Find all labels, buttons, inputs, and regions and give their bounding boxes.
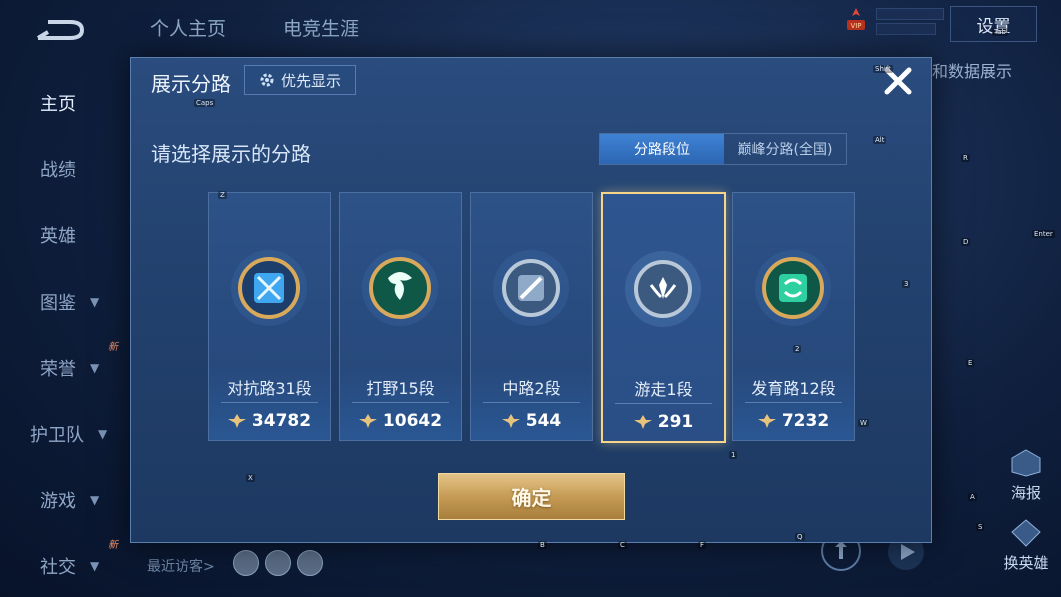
new-badge: 新 bbox=[108, 540, 118, 551]
data-display-text: 和数据展示 bbox=[932, 62, 1013, 81]
key-hint-shift: Shift bbox=[873, 65, 893, 73]
battle-power-icon bbox=[757, 414, 776, 428]
lane-card-score: 7232 bbox=[733, 411, 854, 431]
lane-display-modal: 展示分路 优先显示 请选择展示的分路 分路段位 巅峰分路(全国) 对抗路31段 … bbox=[130, 57, 932, 543]
lane-card-label: 打野15段 bbox=[366, 379, 435, 398]
lane-card-score: 34782 bbox=[209, 411, 330, 431]
lane-card-score: 10642 bbox=[340, 411, 461, 431]
change-hero-label: 换英雄 bbox=[1003, 554, 1049, 572]
tab-profile[interactable]: 个人主页 bbox=[150, 14, 226, 41]
key-hint-3: 3 bbox=[902, 280, 911, 288]
key-hint-b: B bbox=[538, 541, 547, 549]
vip-icon[interactable]: VIP bbox=[846, 6, 866, 34]
lane-card-top[interactable]: 对抗路31段 34782 bbox=[208, 192, 331, 441]
battle-power-icon bbox=[227, 414, 246, 428]
settings-button[interactable]: 设置 bbox=[950, 6, 1037, 42]
sidebar-item-honor[interactable]: 荣誉 ▼ bbox=[40, 355, 99, 381]
lane-card-jungle[interactable]: 打野15段 10642 bbox=[339, 192, 462, 441]
tab-career[interactable]: 电竞生涯 bbox=[283, 14, 359, 41]
key-hint-e: E bbox=[966, 359, 975, 367]
poster-label: 海报 bbox=[1010, 484, 1041, 502]
sidebar-item-game[interactable]: 游戏 ▼ bbox=[40, 487, 99, 513]
key-hint-alt: Alt bbox=[873, 136, 887, 144]
jungle-emblem-icon bbox=[362, 250, 438, 326]
mid-lane-emblem-icon bbox=[493, 250, 569, 326]
key-hint-tab: Tab bbox=[992, 28, 1008, 36]
recent-visitors-link[interactable]: 最近访客> bbox=[147, 556, 215, 576]
divider bbox=[745, 402, 842, 403]
lane-card-label: 对抗路31段 bbox=[227, 379, 312, 398]
back-logo-icon[interactable] bbox=[34, 18, 86, 44]
key-hint-caps: Caps bbox=[194, 99, 216, 107]
new-badge: 新 bbox=[108, 342, 118, 353]
battle-power-icon bbox=[358, 414, 377, 428]
divider bbox=[352, 402, 449, 403]
lane-card-score: 291 bbox=[603, 412, 724, 432]
tab-peak-lane[interactable]: 巅峰分路(全国) bbox=[724, 134, 846, 164]
chevron-down-icon: ▼ bbox=[90, 361, 100, 375]
key-hint-enter: Enter bbox=[1032, 230, 1055, 238]
chevron-down-icon: ▼ bbox=[90, 493, 100, 507]
modal-title: 展示分路 bbox=[151, 72, 231, 96]
battle-power-icon bbox=[501, 414, 520, 428]
lane-tabs: 分路段位 巅峰分路(全国) bbox=[599, 133, 847, 165]
priority-display-button[interactable]: 优先显示 bbox=[244, 65, 356, 95]
key-hint-z: Z bbox=[218, 191, 227, 199]
key-hint-x: X bbox=[246, 474, 255, 482]
change-hero-icon bbox=[1011, 519, 1041, 547]
vip-info bbox=[876, 8, 944, 35]
priority-display-label: 优先显示 bbox=[280, 71, 341, 90]
chevron-down-icon: ▼ bbox=[98, 427, 108, 441]
key-hint-d: D bbox=[961, 238, 971, 246]
divider bbox=[483, 402, 580, 403]
poster-icon bbox=[1011, 449, 1041, 477]
change-hero-button[interactable]: 换英雄 bbox=[996, 518, 1056, 573]
poster-button[interactable]: 海报 bbox=[1002, 448, 1050, 503]
key-hint-q: Q bbox=[795, 533, 805, 541]
sidebar-item-collection[interactable]: 图鉴 ▼ bbox=[40, 289, 99, 315]
prompt-text: 请选择展示的分路 bbox=[151, 142, 311, 166]
support-emblem-icon bbox=[625, 251, 701, 327]
confirm-button[interactable]: 确定 bbox=[438, 473, 625, 520]
chevron-down-icon: ▼ bbox=[90, 295, 100, 309]
lane-card-score: 544 bbox=[471, 411, 592, 431]
sidebar-item-social[interactable]: 社交 ▼ bbox=[40, 553, 99, 579]
sidebar-item-guard[interactable]: 护卫队 ▼ bbox=[30, 421, 107, 447]
key-hint-w: W bbox=[858, 419, 869, 427]
key-hint-s: S bbox=[976, 523, 985, 531]
sidebar-item-home[interactable]: 主页 bbox=[40, 90, 76, 116]
key-hint-f: F bbox=[698, 541, 707, 549]
avatar[interactable] bbox=[265, 550, 291, 576]
sidebar-item-hero[interactable]: 英雄 bbox=[40, 222, 76, 248]
confirm-label: 确定 bbox=[511, 486, 552, 510]
adc-emblem-icon bbox=[755, 250, 831, 326]
avatar[interactable] bbox=[297, 550, 323, 576]
sidebar-item-record[interactable]: 战绩 bbox=[40, 156, 76, 182]
lane-card-label: 游走1段 bbox=[634, 380, 693, 399]
lane-card-mid[interactable]: 中路2段 544 bbox=[470, 192, 593, 441]
key-hint-1: 1 bbox=[729, 451, 738, 459]
lane-card-label: 中路2段 bbox=[502, 379, 561, 398]
lane-card-label: 发育路12段 bbox=[751, 379, 836, 398]
divider bbox=[615, 403, 712, 404]
lane-card-adc[interactable]: 发育路12段 7232 bbox=[732, 192, 855, 441]
key-hint-a: A bbox=[968, 493, 977, 501]
vip-label: VIP bbox=[850, 22, 861, 30]
top-lane-emblem-icon bbox=[231, 250, 307, 326]
avatar[interactable] bbox=[233, 550, 259, 576]
lane-card-support[interactable]: 游走1段 291 bbox=[601, 192, 726, 443]
key-hint-2: 2 bbox=[793, 345, 802, 353]
chevron-down-icon: ▼ bbox=[90, 559, 100, 573]
gear-icon bbox=[260, 73, 274, 87]
key-hint-r: R bbox=[961, 154, 970, 162]
divider bbox=[221, 402, 318, 403]
tab-lane-rank[interactable]: 分路段位 bbox=[600, 134, 724, 164]
battle-power-icon bbox=[633, 415, 652, 429]
key-hint-c: C bbox=[618, 541, 627, 549]
